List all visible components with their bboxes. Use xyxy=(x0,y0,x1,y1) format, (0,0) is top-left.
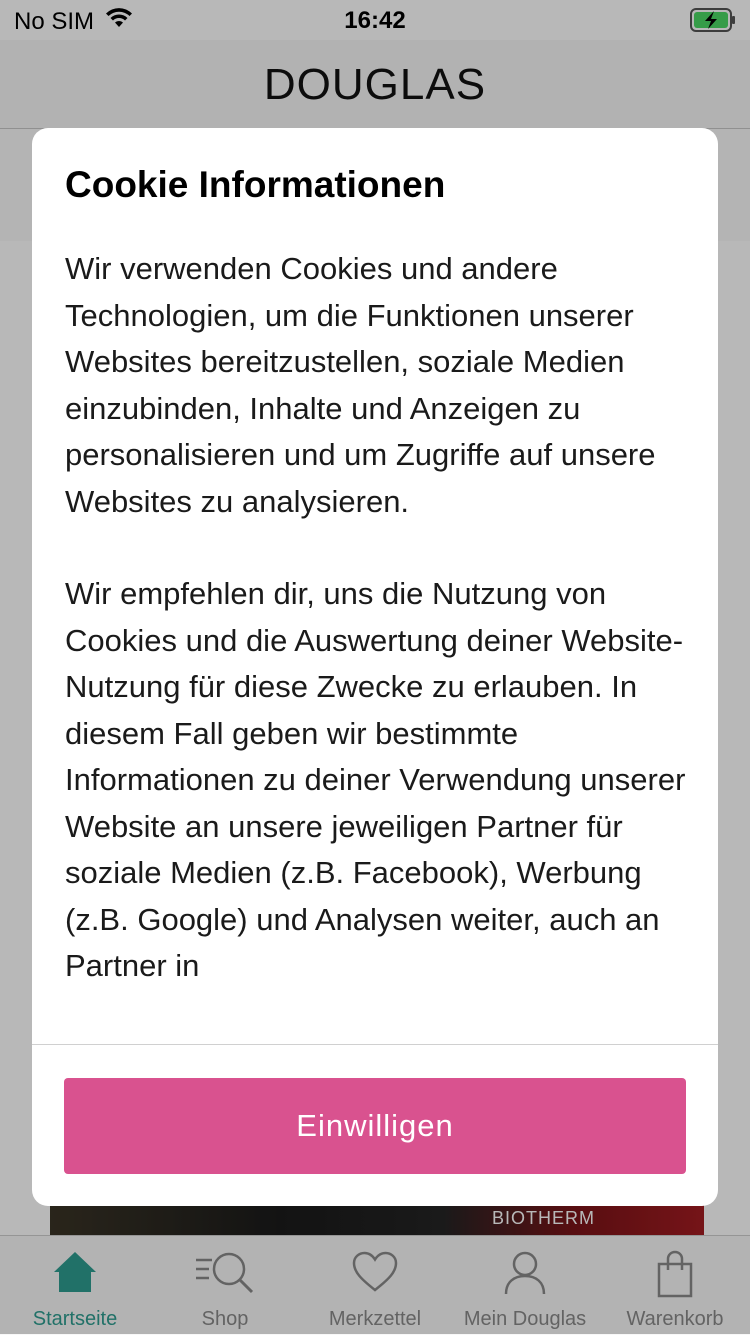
dialog-divider xyxy=(32,1044,718,1045)
dialog-title: Cookie Informationen xyxy=(65,164,446,205)
accept-cookies-button[interactable]: Einwilligen xyxy=(64,1078,686,1174)
dialog-paragraph: Wir empfehlen dir, uns die Nutzung von C… xyxy=(65,576,686,983)
dialog-paragraph: Wir verwenden Cookies und andere Technol… xyxy=(65,251,656,519)
dialog-body-scroll[interactable]: Wir verwenden Cookies und andere Technol… xyxy=(65,246,695,1044)
cookie-consent-dialog: Cookie Informationen Wir verwenden Cooki… xyxy=(32,128,718,1206)
